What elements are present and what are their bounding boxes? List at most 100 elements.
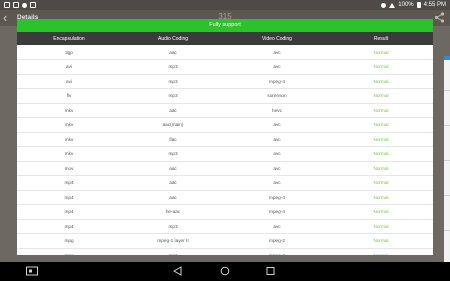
video-coding-cell: avc (273, 64, 281, 70)
video-coding-cell: mpeg-2 (225, 248, 329, 255)
encapsulation-cell: flv (66, 93, 72, 99)
audio-coding-cell: he-aac (165, 209, 181, 215)
background-panel-divider (444, 195, 450, 196)
audio-coding-cell: mpeg-1 layer II (157, 238, 189, 244)
encapsulation-cell: mp4 (64, 180, 74, 186)
video-coding-cell: mpeg-4 (269, 194, 285, 200)
table-row: avi mp3 avc Normal (17, 60, 433, 74)
encapsulation-cell: mpg (64, 238, 74, 244)
audio-coding-cell: mp3 (168, 151, 178, 157)
audio-coding-cell: aac (169, 49, 177, 55)
audio-coding-cell: mp3 (168, 64, 178, 70)
support-dialog: Fully support Encapsulation Audio Coding… (17, 19, 433, 255)
table-row: avi mp3 mpeg-4 Normal (17, 74, 433, 89)
battery-icon (416, 2, 421, 8)
encapsulation-cell: mkv (64, 151, 74, 157)
result-cell: Normal (373, 180, 389, 186)
video-coding-cell: avc (273, 49, 281, 55)
encapsulation-cell: 3gp (65, 49, 73, 55)
video-coding-cell: avc (273, 223, 281, 229)
encapsulation-cell: mov (64, 165, 74, 171)
audio-coding-cell: aac (169, 165, 177, 171)
video-coding-cell: mpeg-2 (269, 238, 285, 244)
audio-coding-cell: flac (169, 136, 177, 142)
video-coding-cell: avc (273, 136, 281, 142)
recents-square-icon[interactable] (266, 266, 275, 276)
status-time: 4:55 PM (423, 2, 446, 8)
column-header: Video Coding (262, 35, 292, 42)
background-panel-accent (444, 56, 450, 60)
video-coding-cell: avc (273, 180, 281, 186)
audio-coding-cell: mp3 (168, 78, 178, 84)
result-cell: Normal (373, 122, 389, 128)
status-left (4, 2, 36, 8)
result-cell: Normal (373, 93, 389, 99)
encapsulation-cell: mkv (64, 136, 74, 142)
table-row: 3gp aac avc Normal (17, 45, 433, 60)
back-triangle-icon[interactable] (173, 266, 182, 276)
image-notification-icon (4, 2, 10, 8)
wifi-icon (389, 2, 396, 8)
audio-coding-cell: aac (169, 107, 177, 113)
audio-coding-cell: mp3 (168, 93, 178, 99)
background-panel-divider (444, 125, 450, 126)
audio-coding-cell: mp2 (121, 248, 225, 255)
background-panel-divider (444, 90, 450, 91)
encapsulation-cell: avi (66, 78, 72, 84)
video-coding-cell: mpeg-4 (269, 209, 285, 215)
result-cell: Normal (373, 238, 389, 244)
video-coding-cell: avc (273, 165, 281, 171)
result-cell: Normal (373, 223, 389, 229)
android-icon (30, 2, 36, 8)
result-cell: Normal (373, 151, 389, 157)
column-header: Result (373, 35, 389, 42)
encapsulation-cell: mp4 (64, 209, 74, 215)
table-header-row: Encapsulation Audio Coding Video Coding … (17, 32, 433, 45)
table-row: mpg mpeg-1 layer II mpeg-2 Normal (17, 234, 433, 248)
table-row: mp4 he-aac mpeg-4 Normal (17, 205, 433, 219)
result-cell: Normal (373, 136, 389, 142)
table-row: mkv aac hevc Normal (17, 103, 433, 118)
table-row: mkv aac(main) avc Normal (17, 118, 433, 132)
result-cell: Normal (373, 194, 389, 200)
audio-coding-cell: mp3 (168, 223, 178, 229)
result-cell: Normal (329, 248, 433, 255)
usb-icon (22, 2, 27, 8)
dialog-title: Fully support (17, 19, 433, 32)
audio-coding-cell: aac(main) (162, 122, 184, 128)
result-cell: Normal (373, 165, 389, 171)
video-coding-cell: sorenson (267, 93, 287, 99)
encapsulation-cell: avi (66, 64, 72, 70)
background-panel-divider (444, 230, 450, 231)
video-coding-cell: mpeg-4 (269, 78, 285, 84)
video-coding-cell: hevc (272, 107, 282, 113)
table-row: mkv mp3 avc Normal (17, 147, 433, 161)
table-row: mov aac avc Normal (17, 161, 433, 176)
result-cell: Normal (373, 64, 389, 70)
share-icon[interactable] (434, 12, 445, 23)
result-cell: Normal (373, 209, 389, 215)
battery-percent: 100% (398, 2, 414, 8)
navigation-bar (0, 262, 450, 281)
table-row: mp4 aac avc Normal (17, 176, 433, 190)
audio-coding-cell: aac (169, 180, 177, 186)
format-support-table: Encapsulation Audio Coding Video Coding … (17, 32, 433, 255)
table-row: mp4 aac mpeg-4 Normal (17, 190, 433, 205)
background-panel-divider (444, 160, 450, 161)
screenshot-icon[interactable] (26, 266, 38, 276)
audio-coding-cell: aac (169, 194, 177, 200)
location-icon (381, 2, 387, 8)
table-row: mp4 mp3 avc Normal (17, 219, 433, 234)
encapsulation-cell: mpg (17, 248, 121, 255)
table-body: 3gp aac avc Normal avi mp3 avc Normal avi mp3 mpeg… (17, 45, 433, 255)
home-circle-icon[interactable] (220, 266, 230, 276)
result-cell: Normal (373, 78, 389, 84)
encapsulation-cell: mkv (64, 107, 74, 113)
settings-notification-icon (13, 2, 19, 8)
column-header: Encapsulation (53, 35, 85, 42)
encapsulation-cell: mkv (64, 122, 74, 128)
table-row: mpgmp2mpeg-2Normal (17, 248, 433, 255)
background-panel (444, 56, 450, 262)
table-row: mkv flac avc Normal (17, 132, 433, 147)
status-right: 100% 4:55 PM (381, 2, 446, 8)
